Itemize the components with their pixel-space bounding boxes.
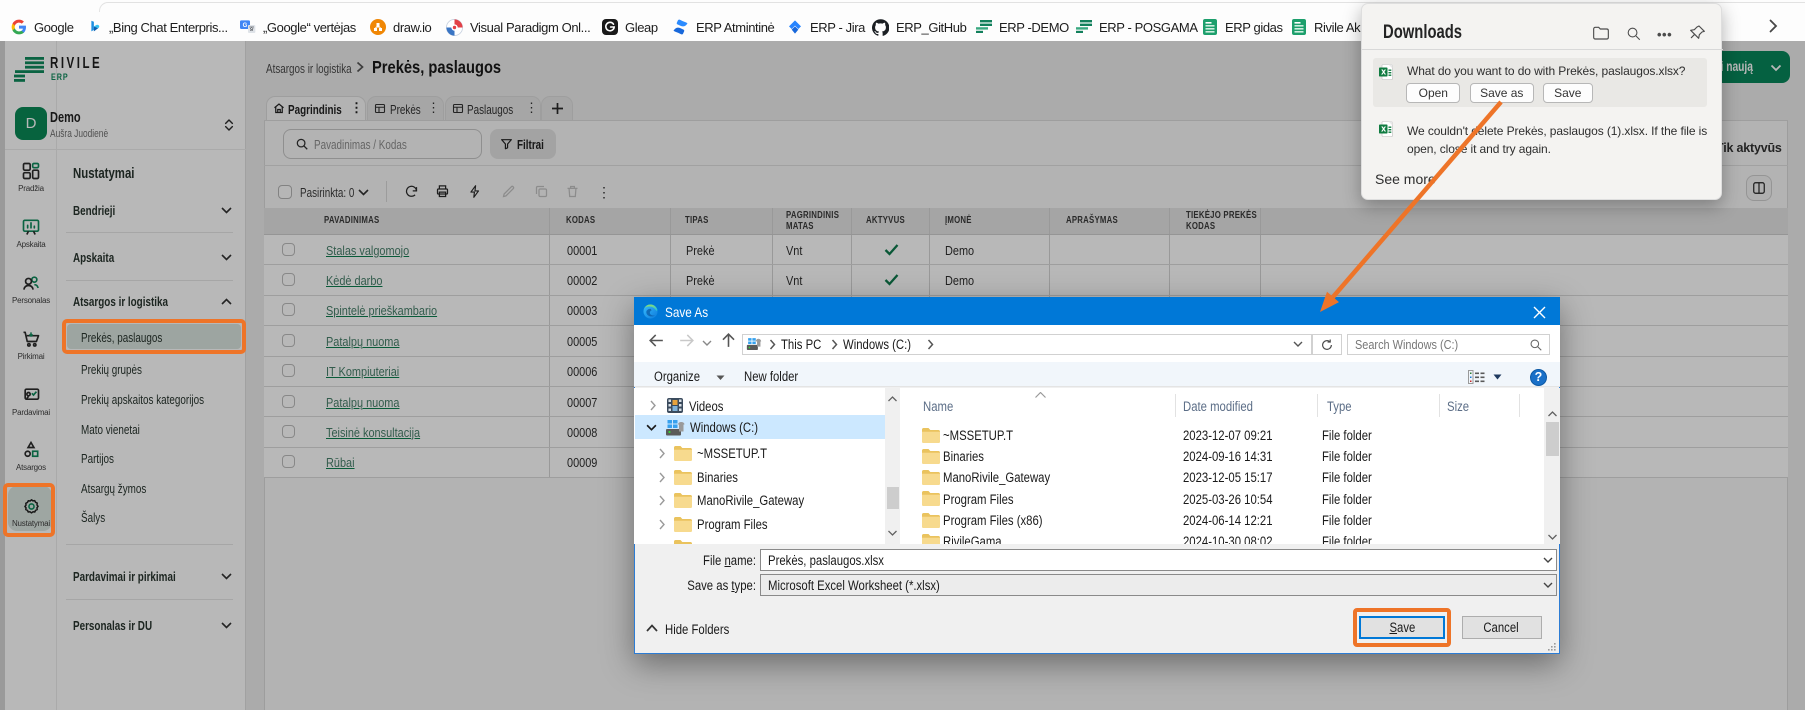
svg-text:G: G <box>243 23 248 29</box>
